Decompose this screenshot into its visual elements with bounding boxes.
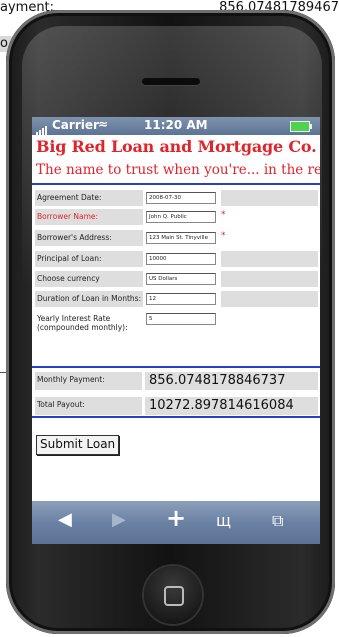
signal-icon: [36, 121, 48, 135]
row-tail: [221, 271, 318, 287]
phone-screen: Carrier ≈ 11:20 AM Big Red Loan and Mort…: [32, 117, 320, 544]
borrower-address-input[interactable]: 123 Main St. Tinyville: [146, 232, 216, 244]
currency-label: Choose currency: [35, 271, 143, 287]
submit-loan-button[interactable]: Submit Loan: [36, 435, 120, 455]
battery-icon: [290, 121, 312, 132]
total-payout-value: 10272.897814616084: [145, 397, 318, 415]
speaker-grille: [142, 78, 200, 85]
row-tail: [221, 190, 318, 206]
interest-rate-label: Yearly Interest Rate (compounded monthly…: [37, 314, 128, 332]
agreement-date-input[interactable]: 2008-07-30: [146, 192, 216, 204]
page-title: Big Red Loan and Mortgage Co.: [36, 137, 317, 156]
duration-label: Duration of Loan in Months:: [35, 291, 143, 307]
results-bottom-divider: [32, 416, 320, 418]
monthly-payment-value: 856.0748178846737: [145, 372, 318, 390]
principal-label: Principal of Loan:: [35, 251, 143, 267]
field-agreement-date: Agreement Date: 2008-07-30: [35, 190, 318, 206]
agreement-date-label: Agreement Date:: [35, 190, 143, 206]
header-divider: [32, 183, 320, 185]
interest-rate-input[interactable]: 5: [146, 313, 216, 325]
monthly-payment-label: Monthly Payment:: [35, 372, 142, 390]
home-square-icon: [164, 586, 184, 606]
back-arrow-icon[interactable]: ◀: [58, 509, 72, 530]
home-button[interactable]: [144, 566, 202, 624]
row-tail: [221, 291, 318, 307]
pages-icon[interactable]: ⧉: [272, 511, 283, 531]
required-marker: *: [221, 210, 226, 220]
forward-arrow-icon[interactable]: ▶: [112, 509, 126, 530]
bookmarks-icon[interactable]: щ: [216, 511, 231, 530]
safari-toolbar: ◀ ▶ + щ ⧉: [32, 501, 320, 544]
currency-select[interactable]: US Dollars: [146, 273, 216, 285]
required-marker: *: [221, 231, 226, 241]
total-payout-row: Total Payout: 10272.897814616084: [35, 397, 318, 415]
duration-input[interactable]: 12: [146, 293, 216, 305]
row-tail: [221, 251, 318, 267]
borrower-name-input[interactable]: John Q. Public: [146, 211, 216, 223]
field-principal: Principal of Loan: 10000: [35, 251, 318, 267]
status-bar: Carrier ≈ 11:20 AM: [32, 117, 320, 135]
status-time: 11:20 AM: [144, 118, 208, 132]
field-currency: Choose currency US Dollars: [35, 271, 318, 287]
carrier-label: Carrier: [52, 118, 99, 132]
wifi-icon: ≈: [98, 117, 109, 131]
field-borrower-name: Borrower Name: John Q. Public *: [35, 209, 318, 225]
field-duration: Duration of Loan in Months: 12: [35, 291, 318, 307]
monthly-payment-row: Monthly Payment: 856.0748178846737: [35, 372, 318, 390]
principal-input[interactable]: 10000: [146, 253, 216, 265]
results-divider: [32, 366, 320, 368]
borrower-address-label: Borrower's Address:: [35, 230, 143, 246]
borrower-name-label: Borrower Name:: [35, 209, 143, 225]
total-payout-label: Total Payout:: [35, 397, 142, 415]
page-subtitle: The name to trust when you're... in the …: [36, 162, 320, 178]
plus-icon[interactable]: +: [166, 504, 186, 532]
field-borrower-address: Borrower's Address: 123 Main St. Tinyvil…: [35, 230, 318, 246]
field-interest-rate: Yearly Interest Rate (compounded monthly…: [35, 311, 318, 333]
